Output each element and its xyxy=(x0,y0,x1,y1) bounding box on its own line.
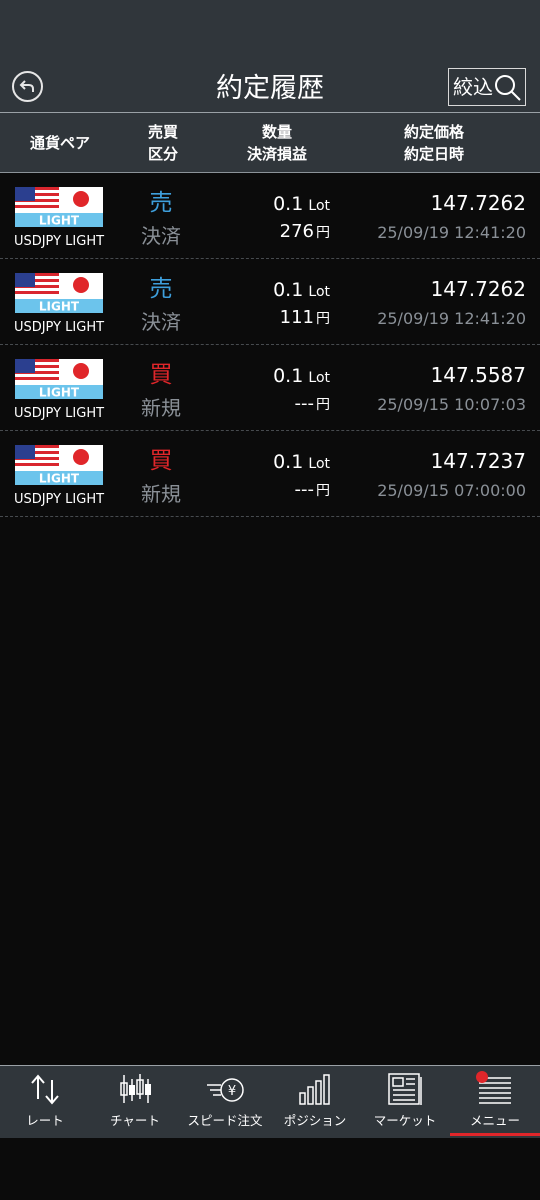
quantity-value: 0.1 xyxy=(273,279,304,301)
trade-type: 決済 xyxy=(141,310,181,334)
execution-price: 147.7237 xyxy=(430,449,526,473)
trade-row[interactable]: LIGHT USDJPY LIGHT 売 決済 0.1 Lot 111 円 147… xyxy=(0,259,540,345)
execution-datetime: 25/09/15 10:07:03 xyxy=(377,395,526,414)
trade-row[interactable]: LIGHT USDJPY LIGHT 買 新規 0.1 Lot --- 円 147… xyxy=(0,345,540,431)
nav-chart-label: チャート xyxy=(110,1113,160,1128)
quantity-value: 0.1 xyxy=(273,365,304,387)
pl-value: 276 xyxy=(279,221,314,242)
execution-price: 147.7262 xyxy=(430,191,526,215)
quantity: 0.1 Lot xyxy=(273,450,330,476)
filter-button[interactable]: 絞込 xyxy=(448,68,526,106)
bottom-navigation: レート チャート ¥ スピード注文 ポジション マーケット メニュー xyxy=(0,1065,540,1138)
trade-type: 新規 xyxy=(141,482,181,506)
execution-price: 147.7262 xyxy=(430,277,526,301)
pl-unit: 円 xyxy=(316,483,330,499)
trade-type: 新規 xyxy=(141,396,181,420)
column-side-line2: 区分 xyxy=(147,145,178,163)
quantity-unit: Lot xyxy=(308,198,330,214)
currency-pair: USDJPY LIGHT xyxy=(13,234,105,249)
trade-type: 決済 xyxy=(141,224,181,248)
settlement-pl: --- 円 xyxy=(295,392,331,417)
currency-pair: USDJPY LIGHT xyxy=(13,406,105,421)
column-side: 売買 区分 xyxy=(125,121,201,165)
nav-menu-label: メニュー xyxy=(469,1113,520,1128)
column-side-line1: 売買 xyxy=(147,123,178,141)
execution-datetime: 25/09/19 12:41:20 xyxy=(377,309,526,328)
flag-light-label: LIGHT xyxy=(39,300,80,314)
rate-arrows-icon xyxy=(31,1074,59,1105)
column-qty-line2: 決済損益 xyxy=(246,145,307,163)
app-header: 約定履歴 絞込 xyxy=(0,0,540,113)
settlement-pl: 111 円 xyxy=(280,306,330,331)
nav-market[interactable]: マーケット xyxy=(360,1066,450,1138)
currency-pair: USDJPY LIGHT xyxy=(13,320,105,335)
nav-rate[interactable]: レート xyxy=(0,1066,90,1138)
quantity-unit: Lot xyxy=(308,284,330,300)
currency-pair: USDJPY LIGHT xyxy=(13,492,105,507)
execution-datetime: 25/09/19 12:41:20 xyxy=(377,223,526,242)
market-news-icon xyxy=(388,1073,422,1105)
quantity-unit: Lot xyxy=(308,456,330,472)
trade-row[interactable]: LIGHT USDJPY LIGHT 売 決済 0.1 Lot 276 円 147… xyxy=(0,173,540,259)
trade-row[interactable]: LIGHT USDJPY LIGHT 買 新規 0.1 Lot --- 円 147… xyxy=(0,431,540,517)
nav-chart[interactable]: チャート xyxy=(90,1066,180,1138)
quantity-value: 0.1 xyxy=(273,451,304,473)
nav-speed-order-label: スピード注文 xyxy=(187,1113,263,1128)
flag-light-label: LIGHT xyxy=(39,214,80,228)
active-tab-indicator xyxy=(450,1133,540,1136)
flag-light-label: LIGHT xyxy=(39,472,80,486)
usdjpy-light-flag-icon: LIGHT xyxy=(15,273,103,313)
quantity: 0.1 Lot xyxy=(273,192,330,218)
column-qty: 数量 決済損益 xyxy=(225,121,329,165)
nav-position[interactable]: ポジション xyxy=(270,1066,360,1138)
execution-datetime: 25/09/15 07:00:00 xyxy=(377,481,526,500)
filter-label: 絞込 xyxy=(453,75,493,99)
svg-text:¥: ¥ xyxy=(228,1084,236,1099)
search-icon xyxy=(495,75,521,101)
nav-market-label: マーケット xyxy=(373,1113,437,1128)
quantity-unit: Lot xyxy=(308,370,330,386)
position-bars-icon xyxy=(299,1074,330,1105)
pl-value: --- xyxy=(294,393,315,414)
execution-price: 147.5587 xyxy=(430,363,526,387)
trade-side: 買 xyxy=(149,362,173,388)
column-price-line2: 約定日時 xyxy=(403,145,464,163)
quantity: 0.1 Lot xyxy=(273,278,330,304)
pl-value: 111 xyxy=(279,307,314,328)
nav-position-label: ポジション xyxy=(283,1113,347,1128)
column-header-row: 通貨ペア 売買 区分 数量 決済損益 約定価格 約定日時 xyxy=(0,113,540,173)
usdjpy-light-flag-icon: LIGHT xyxy=(15,359,103,399)
trade-side: 買 xyxy=(149,448,173,474)
column-qty-line1: 数量 xyxy=(261,123,292,141)
flag-light-label: LIGHT xyxy=(39,386,80,400)
menu-notification-badge xyxy=(476,1071,488,1083)
nav-speed-order[interactable]: ¥ スピード注文 xyxy=(180,1066,270,1138)
usdjpy-light-flag-icon: LIGHT xyxy=(15,445,103,485)
column-price-line1: 約定価格 xyxy=(403,123,464,141)
settlement-pl: --- 円 xyxy=(295,478,331,503)
pl-unit: 円 xyxy=(316,225,330,241)
pl-unit: 円 xyxy=(316,397,330,413)
trade-side: 売 xyxy=(149,190,173,216)
usdjpy-light-flag-icon: LIGHT xyxy=(15,187,103,227)
trade-side: 売 xyxy=(149,276,173,302)
quantity: 0.1 Lot xyxy=(273,364,330,390)
nav-menu[interactable]: メニュー xyxy=(450,1066,540,1138)
pl-unit: 円 xyxy=(316,311,330,327)
column-pair: 通貨ペア xyxy=(29,134,90,152)
column-price: 約定価格 約定日時 xyxy=(380,121,488,165)
nav-rate-label: レート xyxy=(26,1113,64,1128)
speed-order-yen-icon: ¥ xyxy=(207,1078,244,1102)
quantity-value: 0.1 xyxy=(273,193,304,215)
pl-value: --- xyxy=(294,479,315,500)
candlestick-chart-icon xyxy=(120,1074,151,1103)
settlement-pl: 276 円 xyxy=(280,220,330,245)
